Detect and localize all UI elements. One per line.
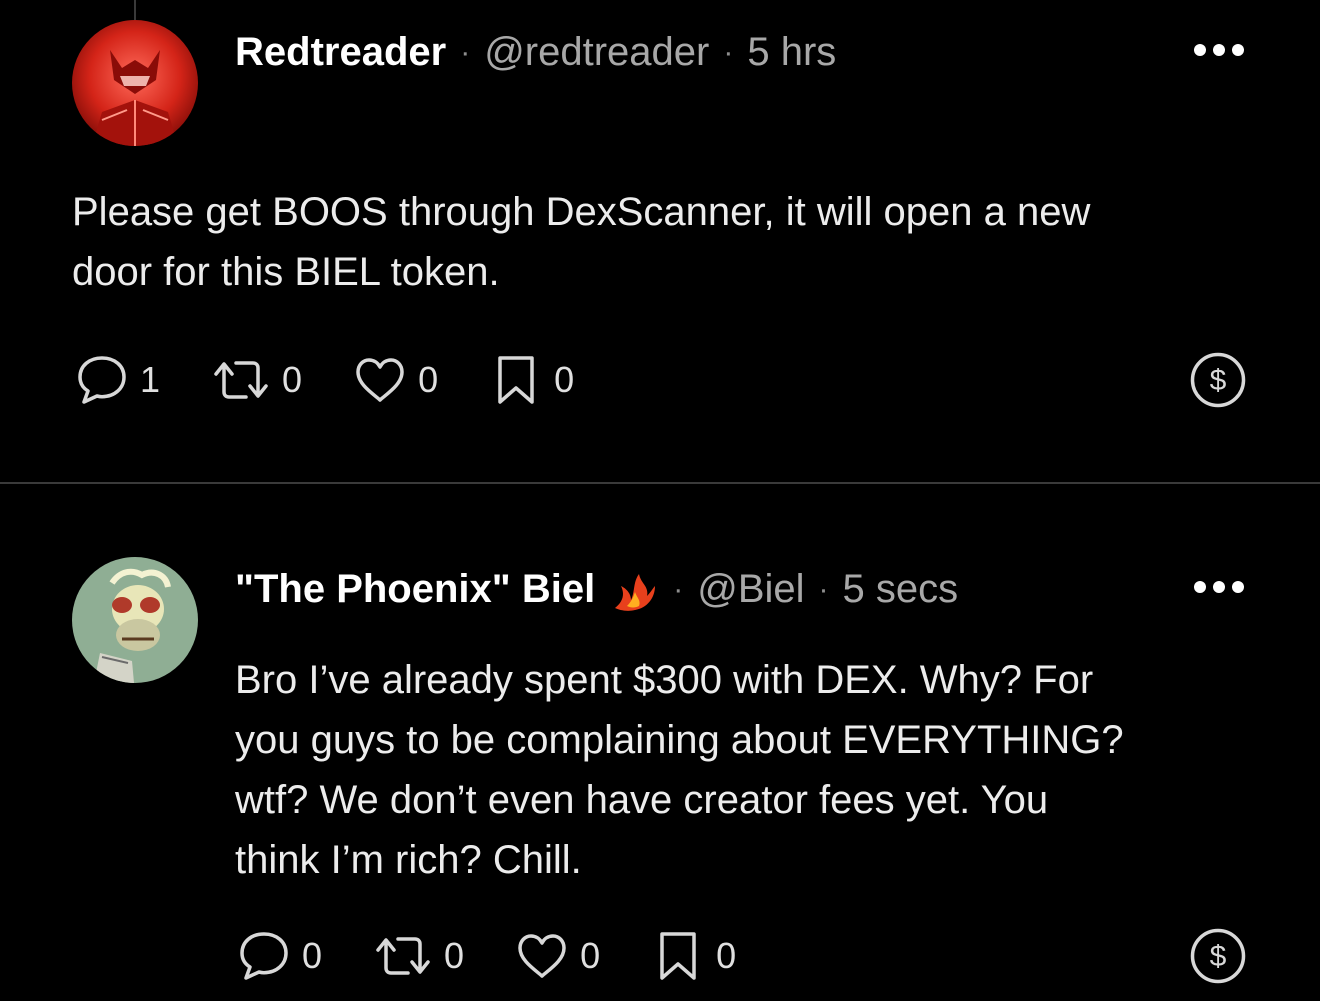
phoenix-flame-icon	[615, 573, 656, 611]
bookmark-count: 0	[716, 935, 737, 976]
dot-icon	[1194, 581, 1206, 593]
author-name[interactable]: Redtreader	[235, 30, 446, 75]
bookmark-count: 0	[554, 359, 575, 400]
separator-dot: ·	[723, 35, 734, 69]
post-body-line: Please get BOOS through DexScanner, it w…	[72, 190, 1091, 234]
dot-icon	[1232, 44, 1244, 56]
post-body: Bro I’ve already spent $300 with DEX. Wh…	[235, 650, 1124, 890]
author-handle[interactable]: @redtreader	[484, 30, 709, 75]
more-options-button[interactable]	[1194, 44, 1244, 56]
avatar-biel[interactable]	[72, 557, 198, 683]
bookmark-button[interactable]: 0	[650, 928, 736, 984]
reply-button[interactable]: 0	[236, 928, 322, 984]
dot-icon	[1232, 581, 1244, 593]
repost-button[interactable]: 0	[372, 928, 464, 984]
like-button[interactable]: 0	[352, 352, 438, 408]
post-body-line: wtf? We don’t even have creator fees yet…	[235, 778, 1049, 822]
like-count: 0	[580, 935, 601, 976]
avatar-redtreader[interactable]	[72, 20, 198, 146]
repost-count: 0	[444, 935, 465, 976]
post-header: Redtreader · @redtreader · 5 hrs	[235, 30, 836, 75]
tip-button[interactable]: $	[1190, 352, 1246, 408]
separator-dot: ·	[460, 35, 471, 69]
repost-button[interactable]: 0	[210, 352, 302, 408]
post-body-line: think I’m rich? Chill.	[235, 838, 582, 882]
dot-icon	[1213, 44, 1225, 56]
author-handle[interactable]: @Biel	[697, 567, 804, 612]
separator-dot: ·	[818, 572, 829, 606]
author-name[interactable]: "The Phoenix" Biel	[235, 567, 595, 612]
comment-icon	[240, 932, 288, 980]
thread-connector-line	[134, 0, 136, 20]
repost-icon	[214, 361, 268, 399]
post-body: Please get BOOS through DexScanner, it w…	[72, 182, 1090, 302]
comment-icon	[78, 356, 126, 404]
post-actions: 0 0 0 0	[236, 926, 786, 986]
post-body-line: Bro I’ve already spent $300 with DEX. Wh…	[235, 658, 1094, 702]
like-count: 0	[418, 359, 439, 400]
more-options-button[interactable]	[1194, 581, 1244, 593]
post-actions: 1 0 0 0	[74, 350, 624, 410]
reply-count: 0	[302, 935, 323, 976]
bookmark-icon	[660, 932, 696, 980]
reply-button[interactable]: 1	[74, 352, 160, 408]
post-timestamp[interactable]: 5 hrs	[747, 30, 836, 75]
repost-icon	[376, 937, 430, 975]
svg-text:$: $	[1210, 940, 1227, 973]
post-divider	[0, 482, 1320, 484]
dollar-circle-icon: $	[1190, 928, 1246, 984]
repost-count: 0	[282, 359, 303, 400]
reply-count: 1	[140, 359, 161, 400]
like-button[interactable]: 0	[514, 928, 600, 984]
post-body-line: you guys to be complaining about EVERYTH…	[235, 718, 1124, 762]
separator-dot: ·	[673, 572, 684, 606]
svg-text:$: $	[1210, 364, 1227, 397]
dollar-circle-icon: $	[1190, 352, 1246, 408]
post-body-line: door for this BIEL token.	[72, 250, 500, 294]
heart-icon	[356, 358, 404, 402]
post-header: "The Phoenix" Biel · @Biel · 5 secs	[235, 567, 958, 612]
dot-icon	[1194, 44, 1206, 56]
bookmark-button[interactable]: 0	[488, 352, 574, 408]
tip-button[interactable]: $	[1190, 928, 1246, 984]
post-timestamp[interactable]: 5 secs	[843, 567, 959, 612]
red-masked-warrior-avatar-icon	[72, 20, 198, 146]
ape-nft-avatar-icon	[72, 557, 198, 683]
bookmark-icon	[498, 356, 534, 404]
dot-icon	[1213, 581, 1225, 593]
heart-icon	[518, 934, 566, 978]
